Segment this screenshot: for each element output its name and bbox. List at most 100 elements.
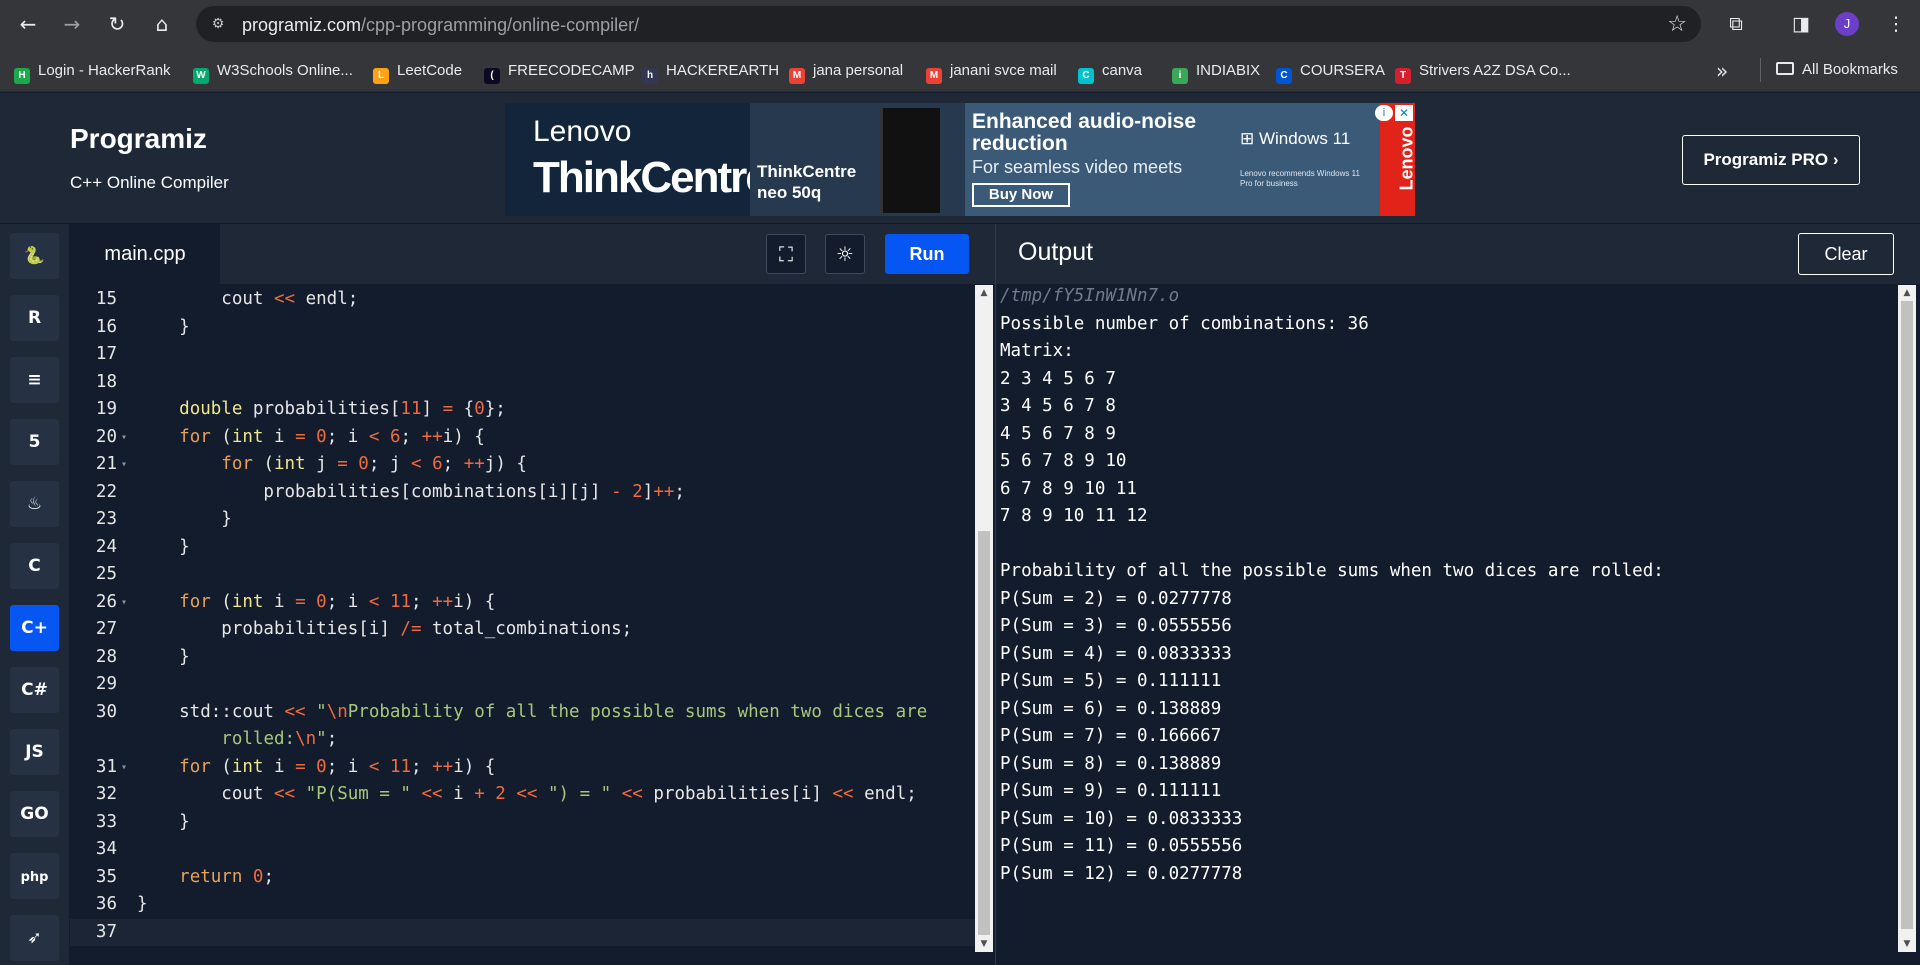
language-cpp-button[interactable]: C+ xyxy=(10,605,59,651)
language-go-button[interactable]: GO xyxy=(10,791,59,837)
fold-arrow-icon[interactable]: ▾ xyxy=(121,589,127,617)
all-bookmarks-button[interactable]: All Bookmarks xyxy=(1776,61,1898,78)
code-line[interactable]: 28 } xyxy=(70,644,975,672)
language-swift-button[interactable]: ➶ xyxy=(10,915,59,961)
back-icon[interactable]: ← xyxy=(14,10,42,38)
editor-scroll-thumb[interactable] xyxy=(978,531,990,935)
scroll-up-icon[interactable]: ▲ xyxy=(1898,285,1916,301)
language-r-button[interactable]: R xyxy=(10,295,59,341)
code-line[interactable]: 24 } xyxy=(70,534,975,562)
bookmark-item[interactable]: Mjanani svce mail xyxy=(926,61,1057,84)
fold-arrow-icon[interactable]: ▾ xyxy=(121,424,127,452)
fold-arrow-icon[interactable]: ▾ xyxy=(121,754,127,782)
fullscreen-icon[interactable]: ⛶ xyxy=(766,234,806,274)
code-line[interactable]: 36} xyxy=(70,891,975,919)
language-sql-button[interactable]: ≡ xyxy=(10,357,59,403)
code-line[interactable]: 34 xyxy=(70,836,975,864)
forward-icon[interactable]: → xyxy=(58,10,86,38)
scroll-down-icon[interactable]: ▼ xyxy=(1898,936,1916,952)
fold-arrow-icon[interactable]: ▾ xyxy=(121,451,127,479)
line-number: 36 xyxy=(95,894,117,914)
code-line[interactable]: 16 } xyxy=(70,314,975,342)
code-line[interactable]: 19 double probabilities[11] = {0}; xyxy=(70,396,975,424)
bookmark-item[interactable]: W W3Schools Online... xyxy=(193,61,353,84)
ad-close-icon[interactable]: ✕ xyxy=(1395,105,1413,121)
language-php-button[interactable]: php xyxy=(10,853,59,899)
bookmark-item[interactable]: h HACKEREARTH xyxy=(642,61,779,84)
code-editor-panel: main.cpp ⛶ ☼ Run 15 cout << endl; 16 } 17 1… xyxy=(70,224,995,965)
home-icon[interactable]: ⌂ xyxy=(148,10,176,38)
bookmark-label: Login - HackerRank xyxy=(38,62,171,79)
code-line[interactable]: 18 xyxy=(70,369,975,397)
code-line[interactable]: 30 std::cout << "\nProbability of all th… xyxy=(70,699,975,727)
profile-avatar[interactable]: J xyxy=(1835,12,1859,36)
code-line[interactable]: 25 xyxy=(70,561,975,589)
code-line[interactable]: 22 probabilities[combinations[i][j] - 2]… xyxy=(70,479,975,507)
output-scrollbar[interactable]: ▲ ▼ xyxy=(1898,285,1916,952)
programiz-pro-button[interactable]: Programiz PRO › xyxy=(1682,135,1860,185)
code-line[interactable]: 20 ▾ for (int i = 0; i < 6; ++i) { xyxy=(70,424,975,452)
language-java-button[interactable]: ♨ xyxy=(10,481,59,527)
bookmark-item[interactable]: Ccanva xyxy=(1078,61,1143,84)
code-line[interactable]: 32 cout << "P(Sum = " << i + 2 << ") = "… xyxy=(70,781,975,809)
code-line[interactable]: 35 return 0; xyxy=(70,864,975,892)
code-line[interactable]: 29 xyxy=(70,671,975,699)
bookmark-item[interactable]: L LeetCode xyxy=(373,61,462,84)
language-html-button[interactable]: 5 xyxy=(10,419,59,465)
bookmark-label: canva xyxy=(1102,62,1143,79)
code-line[interactable]: 17 xyxy=(70,341,975,369)
site-info-icon[interactable]: ⚙ xyxy=(208,14,228,34)
extensions-icon[interactable]: ⧉ xyxy=(1722,10,1750,38)
reload-icon[interactable]: ↻ xyxy=(103,10,131,38)
code-line[interactable]: 33 } xyxy=(70,809,975,837)
bookmark-item[interactable]: i INDIABIX xyxy=(1172,61,1260,84)
bookmark-item[interactable]: C COURSERA xyxy=(1276,61,1385,84)
bookmark-item[interactable]: (FREECODECAMP xyxy=(484,61,635,84)
ad-windows-logo: ⊞ Windows 11 xyxy=(1240,129,1351,148)
run-button[interactable]: Run xyxy=(885,234,969,274)
more-bookmarks-icon[interactable]: » xyxy=(1716,59,1728,83)
line-number: 37 xyxy=(95,921,117,942)
address-bar[interactable]: ⚙ programiz.com/cpp-programming/online-c… xyxy=(196,6,1701,42)
output-line: Probability of all the possible sums whe… xyxy=(1000,561,1664,581)
programiz-logo[interactable]: Programiz xyxy=(70,123,207,155)
side-panel-icon[interactable]: ◨ xyxy=(1787,10,1815,38)
bookmark-item[interactable]: H Login - HackerRank xyxy=(14,61,171,84)
language-c-button[interactable]: C xyxy=(10,543,59,589)
bookmark-star-icon[interactable]: ☆ xyxy=(1667,12,1687,37)
scroll-down-icon[interactable]: ▼ xyxy=(975,936,993,952)
ad-info-icon[interactable]: i xyxy=(1375,105,1393,121)
code-line[interactable]: 26 ▾ for (int i = 0; i < 11; ++i) { xyxy=(70,589,975,617)
ad-banner[interactable]: Lenovo ThinkCentre ThinkCentre neo 50q En… xyxy=(505,103,1415,216)
scroll-up-icon[interactable]: ▲ xyxy=(975,285,993,301)
code-line[interactable]: rolled:\n"; xyxy=(70,726,975,754)
output-title: Output xyxy=(1018,238,1094,266)
output-header: Output Clear xyxy=(996,224,1920,284)
javascript-icon: JS xyxy=(25,742,44,762)
url-text[interactable]: programiz.com/cpp-programming/online-com… xyxy=(242,15,639,36)
language-csharp-button[interactable]: C# xyxy=(10,667,59,713)
code-line[interactable]: 23 } xyxy=(70,506,975,534)
code-line[interactable]: 27 probabilities[i] /= total_combination… xyxy=(70,616,975,644)
clear-button[interactable]: Clear xyxy=(1798,233,1894,275)
code-text: for (int i = 0; i < 11; ++i) { xyxy=(179,591,496,612)
bookmark-item[interactable]: Mjana personal xyxy=(789,61,904,84)
ad-windows-note: Lenovo recommends Windows 11 Pro for bus… xyxy=(1240,169,1360,188)
editor-scrollbar[interactable]: ▲ ▼ xyxy=(975,285,993,952)
line-number: 26 xyxy=(95,591,117,612)
ad-buy-now-button[interactable]: Buy Now xyxy=(972,183,1070,207)
theme-toggle-icon[interactable]: ☼ xyxy=(825,234,865,274)
file-tab[interactable]: main.cpp xyxy=(70,224,220,284)
code-line[interactable]: 15 cout << endl; xyxy=(70,286,975,314)
language-python-button[interactable]: 🐍 xyxy=(10,233,59,279)
code-line[interactable]: 21 ▾ for (int j = 0; j < 6; ++j) { xyxy=(70,451,975,479)
bookmark-item[interactable]: T Strivers A2Z DSA Co... xyxy=(1395,61,1571,84)
menu-kebab-icon[interactable]: ⋮ xyxy=(1882,10,1910,38)
output-scroll-thumb[interactable] xyxy=(1901,301,1913,929)
code-area[interactable]: 15 cout << endl; 16 } 17 18 19 double probab… xyxy=(70,284,975,965)
line-number: 28 xyxy=(95,646,117,667)
bookmark-label: jana personal xyxy=(813,62,904,79)
language-javascript-button[interactable]: JS xyxy=(10,729,59,775)
code-line[interactable]: 37 xyxy=(70,918,975,946)
code-line[interactable]: 31 ▾ for (int i = 0; i < 11; ++i) { xyxy=(70,754,975,782)
